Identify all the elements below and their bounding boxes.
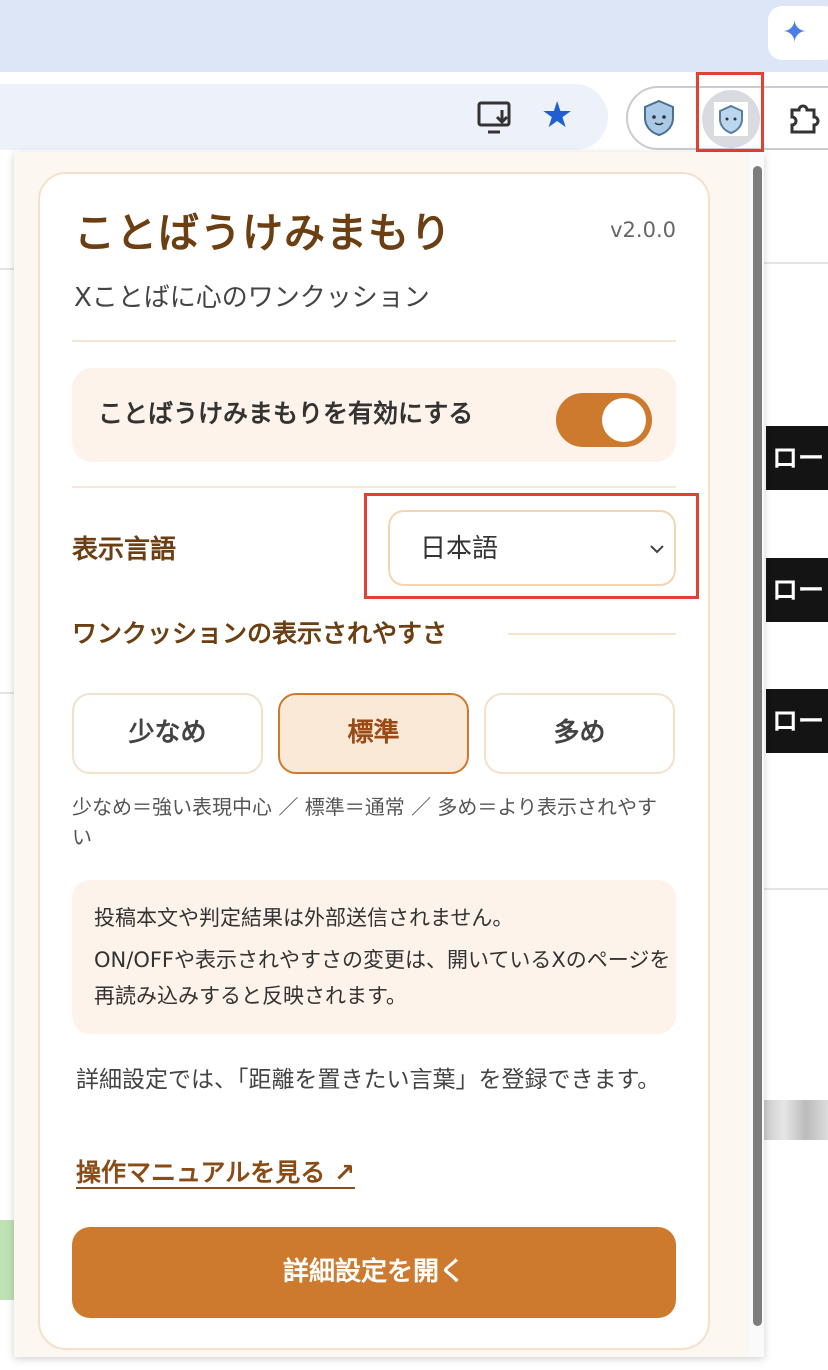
- gemini-button[interactable]: ✦: [768, 6, 828, 60]
- address-bar[interactable]: [0, 84, 608, 150]
- follow-button[interactable]: ロー: [766, 689, 828, 753]
- sensitivity-heading: ワンクッションの表示されやすさ: [72, 619, 448, 648]
- star-icon[interactable]: ★: [541, 98, 573, 134]
- follow-button[interactable]: ロー: [766, 558, 828, 622]
- browser-tab-strip: [0, 0, 828, 72]
- page-divider: [0, 692, 14, 694]
- enable-toggle[interactable]: [556, 393, 652, 447]
- divider: [72, 340, 676, 342]
- sensitivity-option-standard[interactable]: 標準: [278, 693, 469, 774]
- enable-label: ことばうけみまもりを有効にする: [98, 399, 474, 428]
- manual-link[interactable]: 操作マニュアルを見る ↗: [76, 1153, 355, 1193]
- open-settings-button[interactable]: 詳細設定を開く: [72, 1227, 676, 1318]
- page-divider: [0, 268, 14, 270]
- note-line: 投稿本文や判定結果は外部送信されません。: [94, 906, 514, 930]
- divider: [72, 486, 676, 488]
- shield-icon[interactable]: [640, 98, 678, 138]
- page-divider: [764, 888, 828, 890]
- app-subtitle: Xことばに心のワンクッション: [74, 283, 430, 313]
- blurred-content: [762, 1100, 828, 1140]
- enable-row: ことばうけみまもりを有効にする: [72, 368, 676, 462]
- extensions-puzzle-icon[interactable]: [786, 100, 822, 136]
- extension-highlight-box: [696, 72, 764, 152]
- gemini-icon: ✦: [782, 15, 808, 50]
- page-divider: [764, 262, 828, 264]
- heading-rule: [508, 633, 676, 635]
- sensitivity-help-text: 少なめ＝強い表現中心 ／ 標準＝通常 ／ 多め＝より表示されやすい: [72, 795, 658, 849]
- language-label: 表示言語: [72, 535, 177, 565]
- advanced-description: 詳細設定では、「距離を置きたい言葉」を登録できます。: [76, 1067, 661, 1093]
- privacy-note: 投稿本文や判定結果は外部送信されません。 ON/OFFや表示されやすさの変更は、…: [72, 880, 676, 1034]
- follow-button[interactable]: ロー: [766, 426, 828, 490]
- toggle-knob: [602, 398, 646, 442]
- install-app-icon[interactable]: [476, 100, 516, 136]
- note-line: ON/OFFや表示されやすさの変更は、開いているXのページを再読み込みすると反映…: [94, 948, 671, 1008]
- scrollbar-thumb[interactable]: [753, 166, 762, 1326]
- sensitivity-option-high[interactable]: 多め: [484, 693, 675, 774]
- sensitivity-option-low[interactable]: 少なめ: [72, 693, 263, 774]
- app-title: ことばうけみまもり: [74, 209, 452, 257]
- page-green-strip: [0, 1220, 14, 1300]
- language-highlight-box: [364, 493, 699, 599]
- version-label: v2.0.0: [610, 218, 676, 242]
